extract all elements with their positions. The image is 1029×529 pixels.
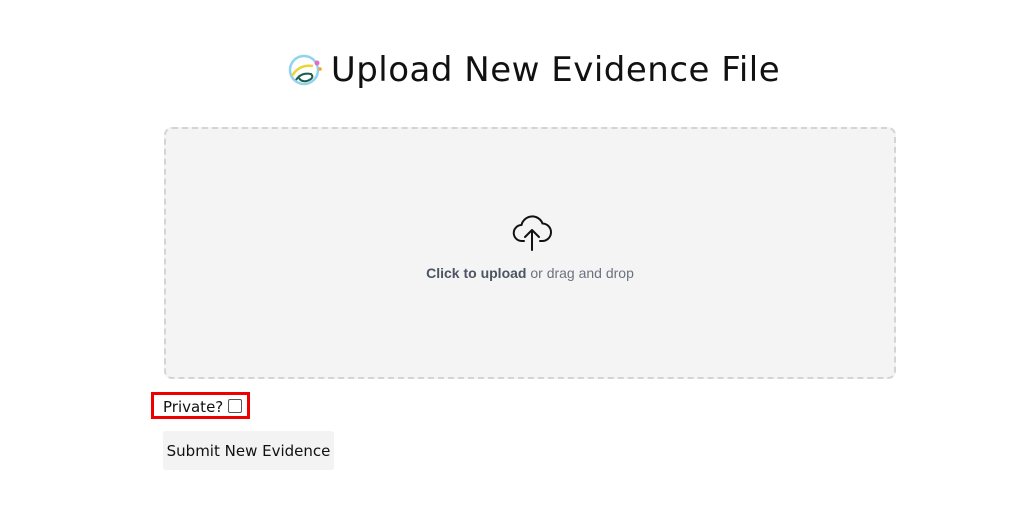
private-label: Private? [163, 398, 224, 416]
private-checkbox[interactable] [228, 399, 242, 413]
drag-drop-text: or drag and drop [526, 265, 634, 281]
dropzone-instructions: Click to upload or drag and drop [166, 265, 894, 281]
upload-page: Upload New Evidence File Click to upload… [0, 0, 1029, 529]
page-title: Upload New Evidence File [330, 50, 781, 90]
file-dropzone[interactable]: Click to upload or drag and drop [164, 127, 896, 379]
click-to-upload-link[interactable]: Click to upload [426, 265, 526, 281]
cloud-upload-icon [512, 215, 552, 251]
submit-evidence-button[interactable]: Submit New Evidence [163, 431, 334, 470]
app-logo-icon [287, 54, 323, 86]
title-row: Upload New Evidence File [0, 46, 1029, 94]
